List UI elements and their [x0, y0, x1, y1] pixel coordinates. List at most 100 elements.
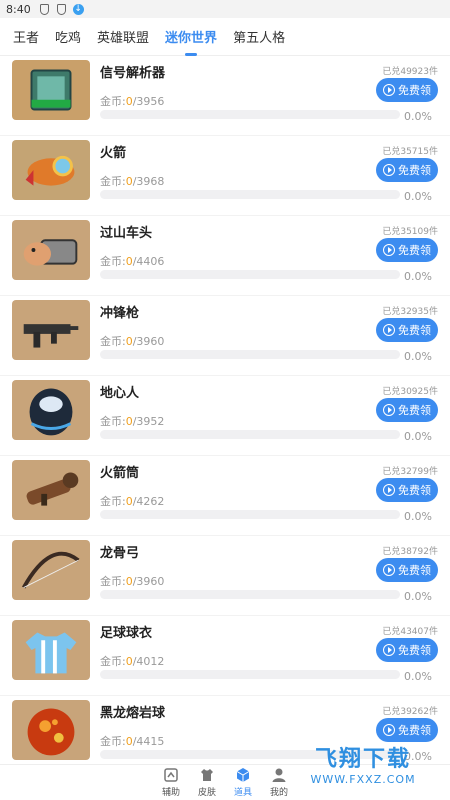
download-icon: ↓ [72, 3, 84, 15]
coin-label: 金币: [100, 575, 126, 588]
nav-label: 皮肤 [197, 788, 216, 798]
coin-label: 金币: [100, 415, 126, 428]
bone-bow-icon [12, 540, 90, 600]
coins-current: 0 [125, 415, 133, 428]
coin-label: 金币: [100, 735, 126, 748]
play-circle-icon [383, 84, 395, 96]
free-claim-button[interactable]: 免费领 [376, 638, 438, 662]
smg-icon [12, 300, 90, 360]
coin-label: 金币: [100, 255, 126, 268]
free-claim-button[interactable]: 免费领 [376, 478, 438, 502]
redeemed-count: 已兑43407件 [382, 627, 438, 637]
tab-lol[interactable]: 英雄联盟 [97, 27, 149, 46]
play-circle-icon [383, 244, 395, 256]
free-claim-label: 免费领 [398, 564, 431, 577]
item-coins: 金币:0/3968 [100, 173, 164, 189]
free-claim-button[interactable]: 免费领 [376, 158, 438, 182]
free-claim-label: 免费领 [398, 84, 431, 97]
redeemed-count: 已兑49923件 [382, 67, 438, 77]
free-claim-button[interactable]: 免费领 [376, 78, 438, 102]
coins-current: 0 [125, 495, 133, 508]
free-claim-label: 免费领 [398, 404, 431, 417]
signal-decoder-icon [12, 60, 90, 120]
free-claim-button[interactable]: 免费领 [376, 318, 438, 342]
nav-skin[interactable]: 皮肤 [196, 767, 218, 800]
coins-total: /4415 [132, 735, 165, 748]
coaster-head-icon [12, 220, 90, 280]
list-item[interactable]: 足球球衣 金币:0/4012 已兑43407件 免费领 0.0% [0, 616, 450, 696]
watermark-text: 飞翔下载 [314, 746, 411, 772]
item-list: 信号解析器 金币:0/3956 已兑49923件 免费领 0.0% 火箭 金币:0/3968… [0, 56, 450, 764]
item-name: 地心人 [100, 386, 140, 401]
progress-percent: 0.0% [404, 350, 432, 363]
item-coins: 金币:0/4262 [100, 493, 164, 509]
item-coins: 金币:0/3960 [100, 573, 164, 589]
progress-bar [100, 270, 400, 279]
coins-current: 0 [125, 335, 133, 348]
status-bar: 8:40 ↓ [0, 0, 450, 18]
play-circle-icon [383, 324, 395, 336]
list-item[interactable]: 信号解析器金币:0/3956 已兑49923件免费领 0.0% [0, 56, 450, 136]
progress-bar [100, 670, 400, 679]
nav-props[interactable]: 道具 [232, 767, 254, 800]
free-claim-button[interactable]: 免费领 [376, 398, 438, 422]
item-coins: 金币:0/3956 [100, 93, 164, 109]
watermark: 飞翔下载 WWW.FXXZ.COM [283, 734, 443, 792]
tab-wangzhe[interactable]: 王者 [13, 27, 39, 46]
coins-total: /3956 [132, 95, 165, 108]
list-item[interactable]: 龙骨弓金币:0/3960 已兑38792件免费领 0.0% [0, 536, 450, 616]
coin-label: 金币: [100, 655, 126, 668]
redeemed-count: 已兑39262件 [382, 707, 438, 717]
item-name: 冲锋枪 [100, 306, 140, 321]
redeemed-count: 已兑30925件 [382, 387, 438, 397]
tab-identity-v[interactable]: 第五人格 [233, 27, 285, 46]
list-item[interactable]: 地心人 金币:0/3952 已兑30925件 免费领 0.0% [0, 376, 450, 456]
coins-total: /3968 [132, 175, 165, 188]
coin-label: 金币: [100, 95, 126, 108]
coins-total: /4406 [132, 255, 165, 268]
coins-current: 0 [125, 575, 133, 588]
progress-bar [100, 110, 400, 119]
progress-bar [100, 190, 400, 199]
progress-percent: 0.0% [404, 270, 432, 283]
list-item[interactable]: 冲锋枪 金币:0/3960 已兑32935件 免费领 0.0% [0, 296, 450, 376]
item-name: 火箭 [100, 146, 127, 161]
shirt-icon [201, 769, 213, 781]
coins-current: 0 [125, 655, 133, 668]
nav-label: 道具 [233, 788, 252, 798]
coin-label: 金币: [100, 335, 126, 348]
tab-miniworld[interactable]: 迷你世界 [165, 27, 217, 56]
assist-icon [164, 768, 178, 782]
redeemed-count: 已兑35715件 [382, 147, 438, 157]
lava-ball-icon [12, 700, 90, 760]
list-item[interactable]: 过山车头 金币:0/4406 已兑35109件 免费领 0.0% [0, 216, 450, 296]
progress-bar [100, 350, 400, 359]
progress-percent: 0.0% [404, 590, 432, 603]
free-claim-button[interactable]: 免费领 [376, 238, 438, 262]
play-circle-icon [383, 644, 395, 656]
item-name: 信号解析器 [100, 66, 166, 81]
shield-icon [39, 3, 50, 15]
item-coins: 金币:0/4415 [100, 733, 164, 749]
free-claim-button[interactable]: 免费领 [376, 558, 438, 582]
nav-assist[interactable]: 辅助 [160, 767, 182, 800]
core-creature-icon [12, 380, 90, 440]
free-claim-label: 免费领 [398, 484, 431, 497]
item-coins: 金币:0/3952 [100, 413, 164, 429]
redeemed-count: 已兑32799件 [382, 467, 438, 477]
item-name: 龙骨弓 [100, 546, 140, 561]
list-item[interactable]: 火箭筒 金币:0/4262 已兑32799件 免费领 0.0% [0, 456, 450, 536]
progress-bar [100, 510, 400, 519]
progress-percent: 0.0% [404, 110, 432, 123]
shield-icon [56, 3, 67, 15]
coins-total: /4012 [132, 655, 165, 668]
item-name: 黑龙熔岩球 [100, 706, 166, 721]
progress-percent: 0.0% [404, 190, 432, 203]
list-item[interactable]: 火箭金币:0/3968 已兑35715件 免费领 0.0% [0, 136, 450, 216]
tab-chiji[interactable]: 吃鸡 [55, 27, 81, 46]
free-claim-label: 免费领 [398, 644, 431, 657]
bazooka-icon [12, 460, 90, 520]
play-circle-icon [383, 564, 395, 576]
redeemed-count: 已兑38792件 [382, 547, 438, 557]
coins-current: 0 [125, 735, 133, 748]
